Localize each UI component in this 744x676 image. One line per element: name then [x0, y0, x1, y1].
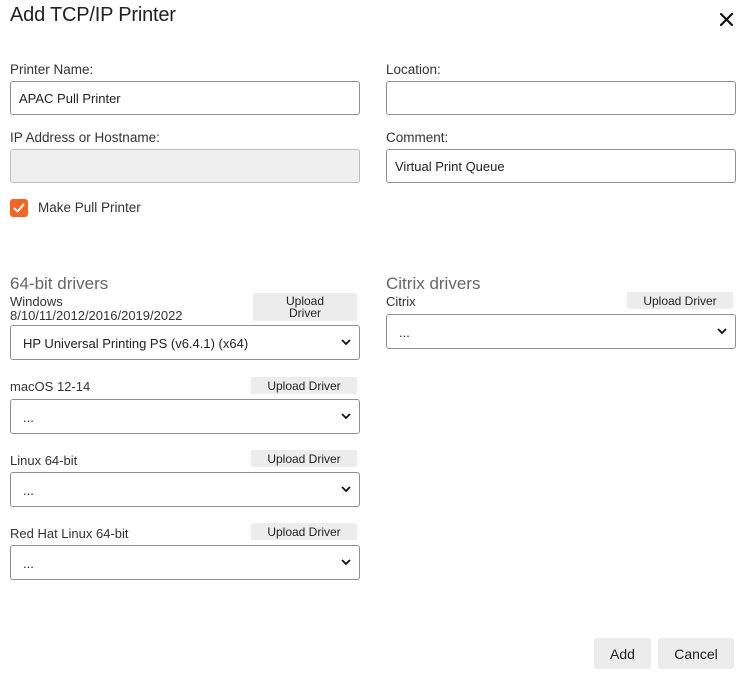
dialog-title: Add TCP/IP Printer	[10, 4, 176, 26]
redhat-driver-selected: ...	[23, 556, 34, 571]
chevron-down-icon	[341, 559, 351, 566]
make-pull-printer-checkbox[interactable]	[10, 199, 28, 217]
macos-driver-selected: ...	[23, 410, 34, 425]
comment-label: Comment:	[386, 130, 449, 145]
add-printer-dialog: Add TCP/IP Printer Printer Name: Locatio…	[0, 0, 744, 676]
citrix-drivers-heading: Citrix drivers	[386, 274, 481, 293]
close-icon[interactable]	[716, 8, 738, 30]
printer-name-label: Printer Name:	[10, 62, 94, 77]
windows-driver-selected: HP Universal Printing PS (v6.4.1) (x64)	[23, 336, 249, 351]
windows-driver-label-line2: 8/10/11/2012/2016/2019/2022	[10, 308, 183, 323]
windows-driver-label: Windows 8/10/11/2012/2016/2019/2022	[10, 295, 183, 322]
citrix-upload-driver-button[interactable]: Upload Driver	[627, 292, 733, 309]
linux-driver-label: Linux 64-bit	[10, 453, 78, 468]
make-pull-printer-label: Make Pull Printer	[38, 200, 141, 215]
citrix-driver-label: Citrix	[386, 294, 416, 309]
windows-driver-label-line1: Windows	[10, 294, 63, 309]
linux-driver-select[interactable]: ...	[10, 472, 360, 507]
chevron-down-icon	[341, 486, 351, 493]
windows-upload-line2: Driver	[289, 306, 321, 320]
redhat-driver-select[interactable]: ...	[10, 545, 360, 580]
comment-input[interactable]	[386, 149, 736, 183]
add-button[interactable]: Add	[594, 638, 651, 669]
cancel-button[interactable]: Cancel	[658, 638, 734, 669]
macos-driver-select[interactable]: ...	[10, 399, 360, 434]
chevron-down-icon	[341, 413, 351, 420]
drivers-64bit-heading: 64-bit drivers	[10, 274, 109, 293]
ip-address-input[interactable]	[10, 149, 360, 183]
checkmark-icon	[13, 203, 25, 213]
windows-driver-select[interactable]: HP Universal Printing PS (v6.4.1) (x64)	[10, 325, 360, 360]
redhat-driver-label: Red Hat Linux 64-bit	[10, 526, 129, 541]
chevron-down-icon	[717, 328, 727, 335]
ip-address-label: IP Address or Hostname:	[10, 130, 160, 145]
linux-driver-selected: ...	[23, 483, 34, 498]
windows-upload-driver-button[interactable]: Upload Driver	[253, 293, 357, 321]
macos-upload-driver-button[interactable]: Upload Driver	[251, 377, 357, 394]
redhat-upload-driver-button[interactable]: Upload Driver	[251, 523, 357, 540]
citrix-driver-selected: ...	[399, 325, 410, 340]
location-input[interactable]	[386, 81, 736, 115]
printer-name-input[interactable]	[10, 81, 360, 115]
chevron-down-icon	[341, 339, 351, 346]
linux-upload-driver-button[interactable]: Upload Driver	[251, 450, 357, 467]
macos-driver-label: macOS 12-14	[10, 379, 91, 394]
citrix-driver-select[interactable]: ...	[386, 314, 736, 349]
location-label: Location:	[386, 62, 441, 77]
